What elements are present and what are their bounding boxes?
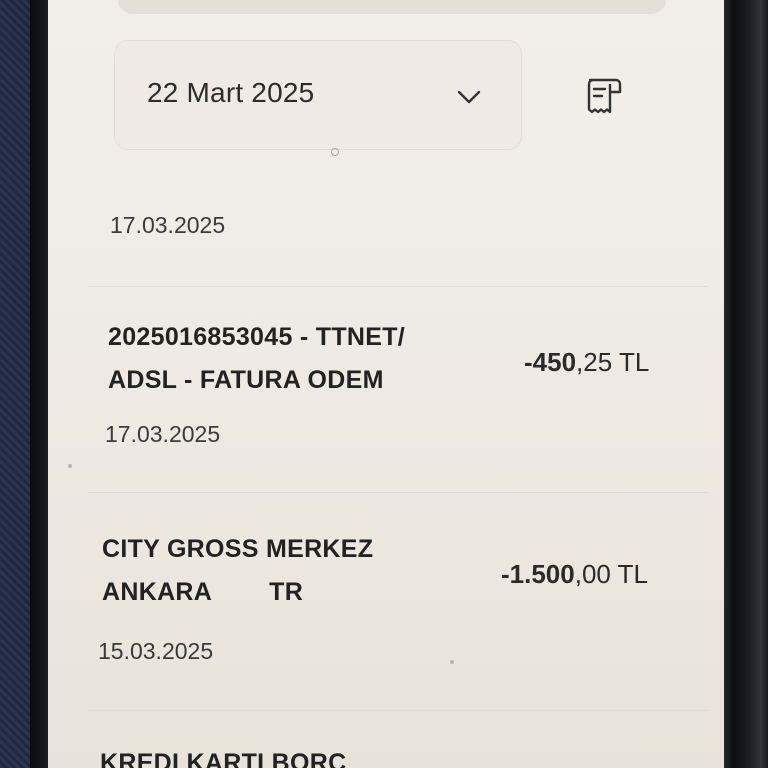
top-card [118,0,666,14]
transaction-title-line: ANKARA TR [102,578,304,606]
amount-integer: -450 [524,347,577,377]
divider [88,492,708,493]
transaction-title[interactable]: KREDI KARTI BORC [100,742,346,768]
transaction-date: 15.03.2025 [98,638,214,664]
transaction-title-line: CITY GROSS MERKEZ [102,535,374,563]
photo-frame: 22 Mart 2025 17.03.2025 2025016853045 - … [0,0,768,768]
chevron-down-icon [453,81,485,113]
date-dropdown-value: 22 Mart 2025 [147,77,315,108]
transaction-title[interactable]: 2025016853045 - TTNET/ ADSL - FATURA ODE… [108,316,405,402]
date-dropdown[interactable]: 22 Mart 2025 [114,40,522,150]
transaction-amount: -450,25 TL [524,347,649,378]
transaction-date: 17.03.2025 [105,421,221,447]
amount-integer: -1.500 [501,559,575,589]
scroll-indicator-dot [331,148,339,156]
phone-screen: 22 Mart 2025 17.03.2025 2025016853045 - … [48,0,724,768]
transaction-title-line: 2025016853045 - TTNET/ [108,323,406,351]
transaction-amount: -1.500,00 TL [501,559,648,590]
receipt-icon[interactable] [578,70,630,122]
screen-speck [450,660,454,664]
amount-fraction: ,00 TL [574,559,648,589]
group-date: 17.03.2025 [110,212,226,238]
divider [88,710,708,711]
fabric-background [0,0,30,768]
divider [88,286,708,287]
transaction-title-line: KREDI KARTI BORC [100,749,347,768]
screen-speck [68,464,72,468]
amount-fraction: ,25 TL [576,347,650,377]
transaction-title[interactable]: CITY GROSS MERKEZ ANKARA TR [102,528,373,614]
transaction-title-line: ADSL - FATURA ODEM [108,366,384,394]
phone-bezel-right [722,0,768,768]
